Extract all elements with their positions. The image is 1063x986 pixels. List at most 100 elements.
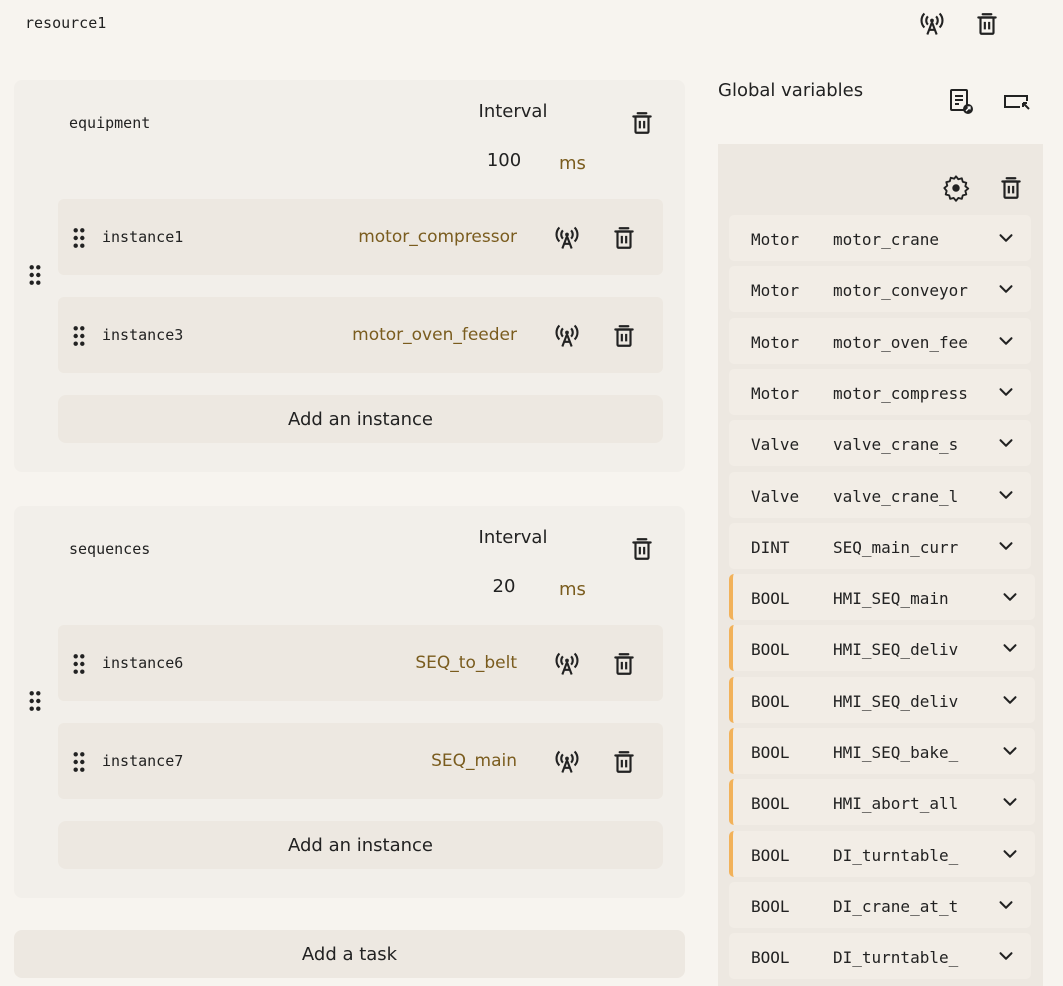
variable-type: BOOL bbox=[751, 692, 790, 711]
instance-type[interactable]: motor_oven_feeder bbox=[352, 325, 517, 345]
instance-type[interactable]: SEQ_main bbox=[431, 751, 517, 771]
chevron-down-icon[interactable] bbox=[995, 484, 1017, 506]
instance-row[interactable]: instance6 SEQ_to_belt bbox=[58, 625, 663, 701]
variable-name[interactable]: HMI_SEQ_deliv bbox=[833, 692, 969, 711]
global-variable-row[interactable]: Motor motor_crane bbox=[729, 215, 1031, 261]
instance-name: instance3 bbox=[102, 326, 184, 344]
instance-row[interactable]: instance7 SEQ_main bbox=[58, 723, 663, 799]
task-card-equipment: equipment Interval 100 ms instance1 moto… bbox=[14, 80, 685, 472]
interval-label: Interval bbox=[478, 101, 548, 122]
variable-type: BOOL bbox=[751, 589, 790, 608]
chevron-down-icon[interactable] bbox=[995, 278, 1017, 300]
add-instance-button[interactable]: Add an instance bbox=[58, 395, 663, 443]
variable-name[interactable]: DI_turntable_ bbox=[833, 846, 969, 865]
global-variables-title: Global variables bbox=[718, 80, 864, 101]
global-variable-row[interactable]: BOOL DI_turntable_ bbox=[729, 933, 1031, 979]
variable-name[interactable]: valve_crane_l bbox=[833, 487, 969, 506]
global-variable-row[interactable]: BOOL HMI_SEQ_deliv bbox=[729, 677, 1035, 723]
chevron-down-icon[interactable] bbox=[995, 894, 1017, 916]
trash-icon[interactable] bbox=[626, 533, 658, 565]
interval-value-input[interactable]: 20 bbox=[463, 576, 545, 597]
drag-handle-icon[interactable] bbox=[72, 325, 86, 351]
interval-label: Interval bbox=[478, 527, 548, 548]
chevron-down-icon[interactable] bbox=[999, 689, 1021, 711]
task-name: equipment bbox=[69, 114, 151, 132]
drag-handle-icon[interactable] bbox=[72, 227, 86, 253]
variable-type: BOOL bbox=[751, 948, 790, 967]
variable-name[interactable]: motor_compressor bbox=[833, 384, 969, 403]
interval-value-input[interactable]: 100 bbox=[463, 150, 545, 171]
chevron-down-icon[interactable] bbox=[999, 586, 1021, 608]
document-link-icon[interactable] bbox=[946, 86, 976, 116]
variable-type: Valve bbox=[751, 487, 800, 506]
instance-row[interactable]: instance3 motor_oven_feeder bbox=[58, 297, 663, 373]
variable-name[interactable]: HMI_SEQ_deliv bbox=[833, 640, 969, 659]
antenna-icon[interactable] bbox=[552, 747, 582, 777]
antenna-icon[interactable] bbox=[552, 223, 582, 253]
instance-name: instance1 bbox=[102, 228, 184, 246]
drag-handle-icon[interactable] bbox=[72, 751, 86, 777]
chevron-down-icon[interactable] bbox=[999, 740, 1021, 762]
global-variable-row[interactable]: Motor motor_compressor bbox=[729, 369, 1031, 415]
variable-type: BOOL bbox=[751, 640, 790, 659]
variable-type: BOOL bbox=[751, 897, 790, 916]
collapse-panel-icon[interactable] bbox=[1001, 88, 1033, 116]
trash-icon[interactable] bbox=[609, 649, 639, 679]
variable-name[interactable]: SEQ_main_curr bbox=[833, 538, 969, 557]
variable-type: DINT bbox=[751, 538, 790, 557]
global-variable-row[interactable]: BOOL HMI_abort_all bbox=[729, 779, 1035, 825]
variable-name[interactable]: motor_conveyor bbox=[833, 281, 969, 300]
global-variable-row[interactable]: Valve valve_crane_s bbox=[729, 420, 1031, 466]
variable-type: Motor bbox=[751, 333, 800, 352]
global-variable-row[interactable]: Valve valve_crane_l bbox=[729, 472, 1031, 518]
global-variable-row[interactable]: Motor motor_oven_feeder bbox=[729, 318, 1031, 364]
chevron-down-icon[interactable] bbox=[995, 330, 1017, 352]
add-instance-button[interactable]: Add an instance bbox=[58, 821, 663, 869]
variable-name[interactable]: DI_turntable_ bbox=[833, 948, 969, 967]
chevron-down-icon[interactable] bbox=[999, 637, 1021, 659]
global-variable-row[interactable]: BOOL HMI_SEQ_main bbox=[729, 574, 1035, 620]
chevron-down-icon[interactable] bbox=[995, 227, 1017, 249]
chevron-down-icon[interactable] bbox=[995, 432, 1017, 454]
trash-icon[interactable] bbox=[609, 223, 639, 253]
variable-name[interactable]: HMI_SEQ_bake_ bbox=[833, 743, 969, 762]
instance-type[interactable]: SEQ_to_belt bbox=[415, 653, 517, 673]
global-variable-row[interactable]: BOOL HMI_SEQ_deliv bbox=[729, 625, 1035, 671]
trash-icon[interactable] bbox=[609, 321, 639, 351]
variable-type: Motor bbox=[751, 281, 800, 300]
trash-icon[interactable] bbox=[626, 107, 658, 139]
chevron-down-icon[interactable] bbox=[995, 945, 1017, 967]
drag-handle-icon[interactable] bbox=[28, 690, 42, 716]
global-variable-row[interactable]: DINT SEQ_main_curr bbox=[729, 523, 1031, 569]
variable-name[interactable]: HMI_abort_all bbox=[833, 794, 969, 813]
drag-handle-icon[interactable] bbox=[72, 653, 86, 679]
gear-icon[interactable] bbox=[940, 172, 972, 204]
instance-type[interactable]: motor_compressor bbox=[358, 227, 517, 247]
chevron-down-icon[interactable] bbox=[995, 535, 1017, 557]
variable-type: Valve bbox=[751, 435, 800, 454]
variable-name[interactable]: valve_crane_s bbox=[833, 435, 969, 454]
trash-icon[interactable] bbox=[609, 747, 639, 777]
chevron-down-icon[interactable] bbox=[999, 843, 1021, 865]
global-variable-row[interactable]: BOOL HMI_SEQ_bake_ bbox=[729, 728, 1035, 774]
global-variable-row[interactable]: Motor motor_conveyor bbox=[729, 266, 1031, 312]
antenna-icon[interactable] bbox=[552, 649, 582, 679]
task-name: sequences bbox=[69, 540, 151, 558]
instance-name: instance6 bbox=[102, 654, 184, 672]
global-variable-row[interactable]: BOOL DI_crane_at_t bbox=[729, 882, 1031, 928]
variable-name[interactable]: motor_crane bbox=[833, 230, 969, 249]
instance-row[interactable]: instance1 motor_compressor bbox=[58, 199, 663, 275]
antenna-icon[interactable] bbox=[916, 8, 948, 40]
chevron-down-icon[interactable] bbox=[999, 791, 1021, 813]
add-task-button[interactable]: Add a task bbox=[14, 930, 685, 978]
variable-name[interactable]: motor_oven_feeder bbox=[833, 333, 969, 352]
variable-name[interactable]: DI_crane_at_t bbox=[833, 897, 969, 916]
antenna-icon[interactable] bbox=[552, 321, 582, 351]
variable-name[interactable]: HMI_SEQ_main bbox=[833, 589, 969, 608]
drag-handle-icon[interactable] bbox=[28, 264, 42, 290]
chevron-down-icon[interactable] bbox=[995, 381, 1017, 403]
task-card-sequences: sequences Interval 20 ms instance6 SEQ_t… bbox=[14, 506, 685, 898]
global-variable-row[interactable]: BOOL DI_turntable_ bbox=[729, 831, 1035, 877]
trash-icon[interactable] bbox=[995, 172, 1027, 204]
trash-icon[interactable] bbox=[971, 8, 1003, 40]
